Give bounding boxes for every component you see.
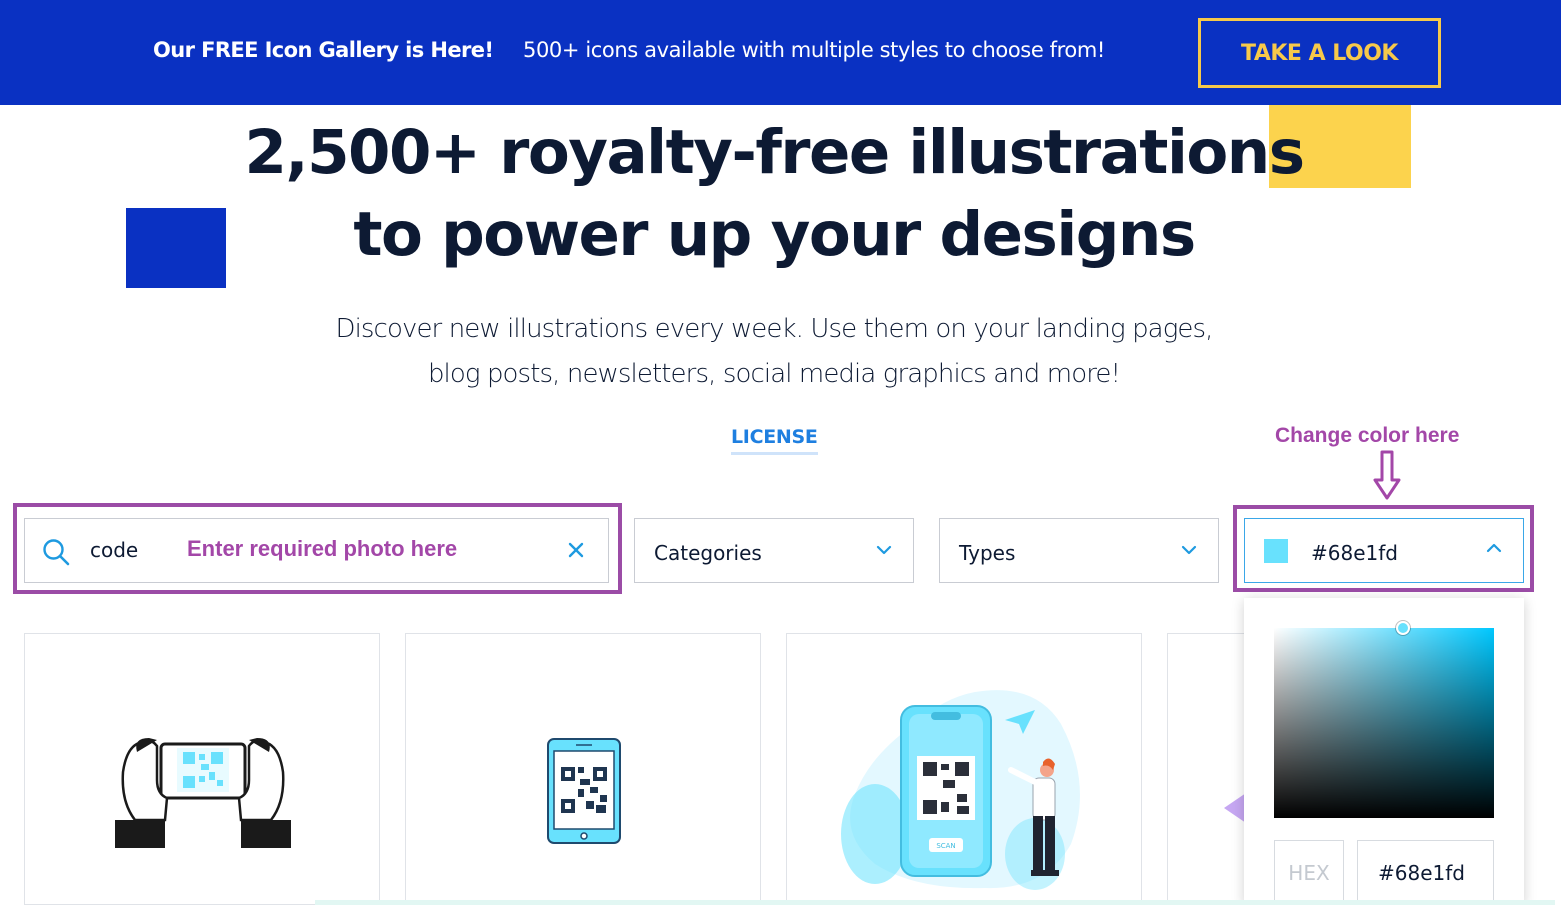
color-value: #68e1fd	[1311, 541, 1398, 565]
types-label: Types	[959, 541, 1016, 565]
color-picker-popup: HEX	[1244, 598, 1524, 905]
categories-dropdown[interactable]: Categories	[634, 518, 914, 583]
hands-holding-phone-qr-illustration	[115, 738, 291, 848]
annotation-arrow-down-icon	[1373, 450, 1401, 500]
picker-black-layer	[1274, 628, 1494, 818]
banner-headline: Our FREE Icon Gallery is Here!	[153, 38, 494, 62]
color-saturation-field[interactable]	[1274, 621, 1494, 818]
subtitle-line-1: Discover new illustrations every week. U…	[335, 314, 1213, 344]
page-title: 2,500+ royalty-free illustrations to pow…	[0, 112, 1548, 276]
banner-text: 500+ icons available with multiple style…	[523, 38, 1105, 62]
color-picker-thumb[interactable]	[1396, 621, 1410, 635]
hex-input[interactable]	[1357, 840, 1494, 905]
color-swatch	[1264, 539, 1288, 563]
take-a-look-button[interactable]: TAKE A LOOK	[1198, 18, 1441, 88]
phone-qr-code-illustration	[547, 738, 621, 844]
annotation-change-color: Change color here	[1275, 424, 1460, 447]
title-line-2: to power up your designs	[353, 199, 1196, 270]
license-link[interactable]: LICENSE	[731, 426, 818, 455]
hex-label: HEX	[1274, 840, 1344, 905]
chevron-up-icon	[1486, 543, 1502, 553]
search-icon	[43, 539, 70, 566]
announcement-banner: Our FREE Icon Gallery is Here! 500+ icon…	[0, 0, 1561, 105]
categories-label: Categories	[654, 541, 762, 565]
chevron-down-icon	[1181, 545, 1197, 555]
search-input[interactable]: code	[90, 538, 138, 562]
bottom-divider	[315, 900, 1555, 905]
close-icon[interactable]	[566, 540, 586, 560]
page-subtitle: Discover new illustrations every week. U…	[0, 307, 1548, 397]
title-line-1: 2,500+ royalty-free illustrations	[244, 117, 1305, 188]
illustration-card-hands-phone[interactable]	[24, 633, 380, 905]
svg-text:SCAN: SCAN	[936, 842, 955, 850]
illustration-card-person-scan[interactable]: SCAN	[786, 633, 1142, 905]
annotation-search-hint: Enter required photo here	[187, 536, 458, 561]
person-scanning-qr-illustration: SCAN	[841, 690, 1080, 890]
chevron-down-icon	[876, 545, 892, 555]
subtitle-line-2: blog posts, newsletters, social media gr…	[427, 359, 1121, 389]
popup-pointer-icon	[1224, 793, 1246, 823]
color-dropdown[interactable]: #68e1fd	[1244, 518, 1524, 583]
illustration-card-phone-qr[interactable]	[405, 633, 761, 905]
types-dropdown[interactable]: Types	[939, 518, 1219, 583]
